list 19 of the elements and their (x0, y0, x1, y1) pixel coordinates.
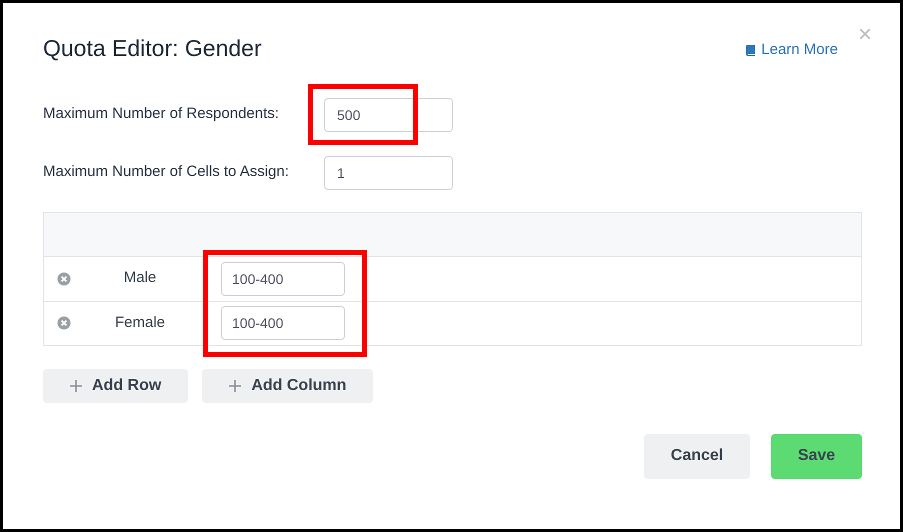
dialog-title: Quota Editor: Gender (43, 34, 262, 63)
row-label: Female (114, 312, 166, 333)
learn-more-link[interactable]: Learn More (745, 39, 838, 62)
number-field[interactable]: 500 (324, 98, 453, 132)
row-label: Male (122, 268, 158, 288)
plus-icon (229, 380, 242, 392)
remove-icon[interactable] (57, 272, 71, 286)
range-field[interactable]: 100-400 (221, 306, 345, 340)
book-icon (745, 44, 758, 56)
save-button[interactable]: Save (771, 434, 862, 478)
field-label: Maximum Number of Cells to Assign: (43, 162, 290, 182)
cancel-button[interactable]: Cancel (644, 434, 750, 478)
range-field[interactable]: 100-400 (221, 262, 345, 296)
number-field[interactable]: 1 (324, 156, 453, 190)
add-button[interactable]: Add Column (202, 368, 374, 402)
plus-icon (70, 380, 82, 392)
add-button[interactable]: Add Row (43, 368, 188, 402)
field-label: Maximum Number of Respondents: (43, 104, 280, 124)
remove-icon[interactable] (57, 316, 71, 330)
